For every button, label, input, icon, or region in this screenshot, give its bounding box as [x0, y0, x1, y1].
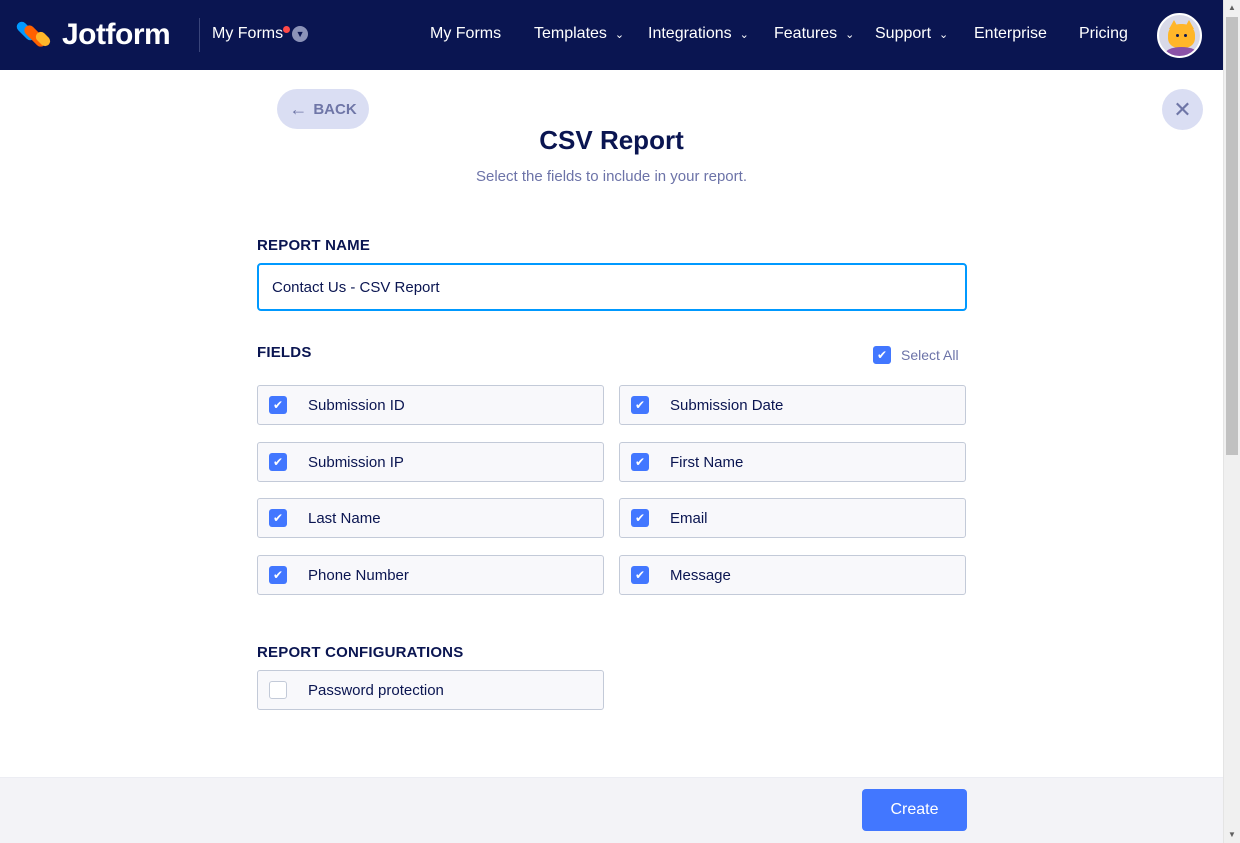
- nav-enterprise[interactable]: Enterprise: [974, 25, 1047, 43]
- brand-name: Jotform: [62, 18, 171, 51]
- checkbox-checked-icon: ✔: [269, 566, 287, 584]
- footer-bar: [0, 777, 1223, 843]
- nav-label: My Forms: [430, 25, 502, 42]
- close-icon: ✕: [1173, 96, 1192, 122]
- checkbox-checked-icon: ✔: [631, 396, 649, 414]
- report-name-label: REPORT NAME: [257, 237, 371, 254]
- scroll-up-arrow-icon[interactable]: ▲: [1224, 0, 1240, 16]
- nav-integrations[interactable]: Integrations ⌄: [648, 25, 749, 43]
- create-button[interactable]: Create: [862, 789, 967, 831]
- nav-pricing[interactable]: Pricing: [1079, 25, 1128, 43]
- arrow-left-icon: ←: [289, 98, 308, 119]
- nav-label: Pricing: [1079, 25, 1128, 42]
- nav-label: Templates: [534, 25, 607, 42]
- chevron-down-icon: ⌄: [939, 28, 949, 41]
- field-label: Email: [670, 509, 708, 527]
- nav-support[interactable]: Support ⌄: [875, 25, 948, 43]
- checkbox-checked-icon: ✔: [631, 453, 649, 471]
- scroll-down-arrow-icon[interactable]: ▼: [1224, 827, 1240, 843]
- nav-label: Support: [875, 25, 932, 42]
- back-button-label: BACK: [313, 100, 357, 118]
- checkbox-checked-icon: ✔: [269, 396, 287, 414]
- field-message[interactable]: ✔ Message: [619, 555, 966, 595]
- back-button[interactable]: ← BACK: [277, 89, 369, 129]
- chevron-down-icon: ⌄: [739, 28, 749, 41]
- nav-divider: [199, 18, 200, 52]
- scroll-thumb[interactable]: [1226, 17, 1238, 455]
- checkbox-checked-icon: ✔: [269, 509, 287, 527]
- nav-label: Features: [774, 25, 838, 42]
- checkbox-checked-icon: ✔: [269, 453, 287, 471]
- page-subtitle: Select the fields to include in your rep…: [476, 168, 747, 185]
- top-navigation-bar: Jotform My Forms ▼ My Forms Templates ⌄ I…: [0, 0, 1223, 70]
- jotform-logo[interactable]: Jotform: [14, 18, 171, 52]
- select-all-label: Select All: [901, 347, 959, 363]
- nav-templates[interactable]: Templates ⌄: [534, 25, 624, 43]
- field-label: Submission IP: [308, 453, 404, 471]
- user-avatar[interactable]: [1157, 13, 1202, 58]
- create-button-label: Create: [890, 801, 939, 818]
- report-name-input[interactable]: [257, 263, 967, 311]
- field-submission-ip[interactable]: ✔ Submission IP: [257, 442, 604, 482]
- nav-features[interactable]: Features ⌄: [774, 25, 854, 43]
- select-all-checkbox[interactable]: ✔ Select All: [873, 346, 959, 364]
- chevron-down-icon: ▼: [292, 26, 309, 42]
- field-submission-id[interactable]: ✔ Submission ID: [257, 385, 604, 425]
- checkbox-checked-icon: ✔: [631, 509, 649, 527]
- field-label: Last Name: [308, 509, 381, 527]
- checkbox-checked-icon: ✔: [873, 346, 891, 364]
- chevron-down-icon: ⌄: [614, 28, 625, 41]
- page-title: CSV Report: [539, 125, 684, 155]
- field-label: Phone Number: [308, 566, 409, 584]
- nav-my-forms[interactable]: My Forms: [430, 25, 501, 43]
- vertical-scrollbar[interactable]: ▲ ▼: [1223, 0, 1240, 843]
- field-label: Submission Date: [670, 396, 784, 414]
- nav-label: Enterprise: [974, 25, 1047, 42]
- close-button[interactable]: ✕: [1162, 89, 1203, 130]
- field-label: First Name: [670, 453, 744, 471]
- fields-label: FIELDS: [257, 344, 312, 361]
- field-submission-date[interactable]: ✔ Submission Date: [619, 385, 966, 425]
- config-label: Password protection: [308, 681, 444, 699]
- field-last-name[interactable]: ✔ Last Name: [257, 498, 604, 538]
- checkbox-unchecked-icon: [269, 681, 287, 699]
- field-email[interactable]: ✔ Email: [619, 498, 966, 538]
- my-forms-dropdown[interactable]: My Forms ▼: [212, 25, 309, 43]
- notification-dot: [283, 26, 290, 33]
- my-forms-dropdown-label: My Forms: [212, 25, 284, 42]
- config-password-protection[interactable]: Password protection: [257, 670, 604, 710]
- jotform-logo-icon: [14, 19, 53, 51]
- field-phone-number[interactable]: ✔ Phone Number: [257, 555, 604, 595]
- field-first-name[interactable]: ✔ First Name: [619, 442, 966, 482]
- nav-label: Integrations: [648, 25, 732, 42]
- field-label: Message: [670, 566, 731, 584]
- field-label: Submission ID: [308, 396, 405, 414]
- report-configurations-label: REPORT CONFIGURATIONS: [257, 644, 464, 661]
- chevron-down-icon: ⌄: [845, 28, 855, 41]
- checkbox-checked-icon: ✔: [631, 566, 649, 584]
